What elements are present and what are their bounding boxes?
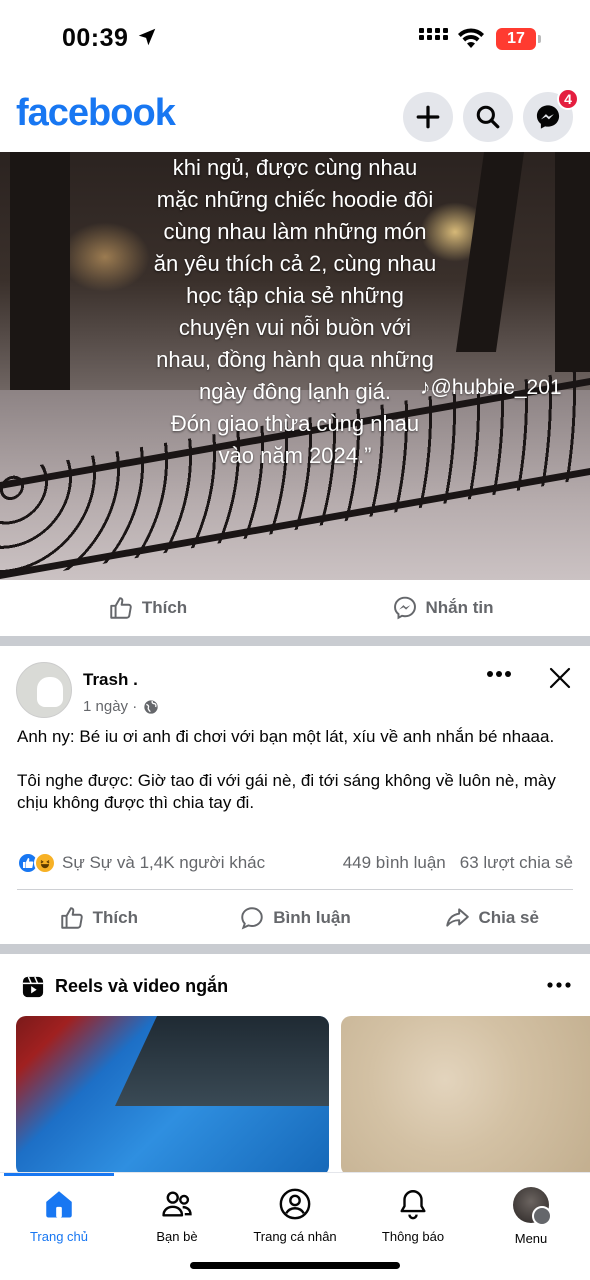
nav-label: Bạn bè xyxy=(156,1229,198,1244)
profile-icon xyxy=(279,1188,311,1220)
nav-notifications[interactable]: Thông báo xyxy=(354,1187,472,1244)
reactions-summary[interactable]: Sự Sự và 1,4K người khác 449 bình luận 6… xyxy=(17,852,573,874)
search-button[interactable] xyxy=(463,92,513,142)
message-label: Nhắn tin xyxy=(425,598,494,617)
post-paragraph: Tôi nghe được: Giờ tao đi với gái nè, đi… xyxy=(17,771,556,812)
nav-label: Thông báo xyxy=(381,1229,445,1244)
reel-thumbnail[interactable] xyxy=(16,1016,329,1176)
nav-label: Menu xyxy=(514,1231,548,1246)
post-paragraph: Anh ny: Bé iu ơi anh đi chơi với bạn một… xyxy=(17,727,555,746)
nav-menu[interactable]: Menu xyxy=(472,1187,590,1246)
author-avatar[interactable] xyxy=(16,662,72,718)
tree-trunk xyxy=(555,152,590,372)
search-icon xyxy=(476,105,500,129)
video-player[interactable]: khi ngủ, được cùng nhau mặc những chiếc … xyxy=(0,152,590,580)
cellular-signal-icon xyxy=(419,28,448,40)
nav-label: Trang cá nhân xyxy=(253,1229,337,1244)
share-button[interactable]: Chia sẻ xyxy=(393,898,590,938)
share-label: Chia sẻ xyxy=(478,908,539,927)
reels-header: Reels và video ngắn xyxy=(0,968,590,1004)
status-bar: 00:39 17 xyxy=(0,0,590,80)
post-time[interactable]: 1 ngày · xyxy=(83,698,137,715)
video-caption: khi ngủ, được cùng nhau mặc những chiếc … xyxy=(153,155,437,468)
feed-post: Trash . 1 ngày · Anh ny: Bé iu ơi anh đi… xyxy=(0,646,590,946)
feed-divider xyxy=(0,944,590,954)
message-button[interactable]: Nhắn tin xyxy=(295,580,590,636)
haha-reaction-icon xyxy=(34,852,56,874)
wifi-icon xyxy=(458,28,484,48)
plus-icon xyxy=(416,105,440,129)
messenger-button[interactable]: 4 xyxy=(523,88,579,142)
nav-label: Trang chủ xyxy=(29,1229,89,1244)
comment-icon xyxy=(241,907,264,930)
app-header: facebook 4 xyxy=(0,80,590,152)
more-options-icon[interactable] xyxy=(547,980,571,990)
active-tab-indicator xyxy=(4,1173,114,1176)
like-button[interactable]: Thích xyxy=(0,898,197,938)
menu-avatar xyxy=(513,1187,552,1226)
post-separator xyxy=(17,889,573,890)
tiktok-watermark: ♪@hubbie_201 xyxy=(420,376,562,399)
bell-icon xyxy=(400,1190,426,1220)
friends-icon xyxy=(162,1191,192,1217)
messenger-badge: 4 xyxy=(557,88,579,110)
location-arrow-icon xyxy=(138,28,156,46)
nav-friends[interactable]: Bạn bè xyxy=(118,1187,236,1244)
comments-count[interactable]: 449 bình luận xyxy=(343,853,446,873)
post-body: Anh ny: Bé iu ơi anh đi chơi với bạn một… xyxy=(17,726,573,836)
thumbs-up-icon xyxy=(110,597,132,619)
share-icon xyxy=(446,908,470,927)
like-button[interactable]: Thích xyxy=(0,580,295,636)
reels-icon xyxy=(22,976,44,998)
reels-title: Reels và video ngắn xyxy=(55,976,229,996)
close-icon[interactable] xyxy=(548,666,572,690)
nav-home[interactable]: Trang chủ xyxy=(0,1187,118,1244)
shares-count[interactable]: 63 lượt chia sẻ xyxy=(460,853,573,873)
video-actions: Thích Nhắn tin xyxy=(0,580,590,636)
like-label: Thích xyxy=(92,908,138,927)
messenger-outline-icon xyxy=(393,596,416,620)
nav-profile[interactable]: Trang cá nhân xyxy=(236,1187,354,1244)
post-author[interactable]: Trash . xyxy=(83,670,138,690)
thumbs-up-icon xyxy=(60,907,83,929)
facebook-logo[interactable]: facebook xyxy=(16,92,176,135)
home-icon xyxy=(46,1191,72,1218)
post-actions: Thích Bình luận Chia sẻ xyxy=(0,898,590,938)
globe-icon xyxy=(144,699,158,714)
home-indicator xyxy=(190,1262,400,1269)
messenger-icon xyxy=(536,105,560,129)
battery-indicator: 17 xyxy=(496,28,541,50)
like-label: Thích xyxy=(141,598,188,617)
comment-button[interactable]: Bình luận xyxy=(197,898,394,938)
reel-thumbnail[interactable] xyxy=(341,1016,590,1176)
create-button[interactable] xyxy=(403,92,453,142)
comment-label: Bình luận xyxy=(273,908,351,927)
reactions-text: Sự Sự và 1,4K người khác xyxy=(62,853,266,872)
feed-divider xyxy=(0,636,590,646)
status-time: 00:39 xyxy=(62,24,129,52)
reaction-icons xyxy=(17,852,56,874)
more-options-icon[interactable] xyxy=(486,668,512,680)
post-meta: 1 ngày · xyxy=(83,698,159,715)
